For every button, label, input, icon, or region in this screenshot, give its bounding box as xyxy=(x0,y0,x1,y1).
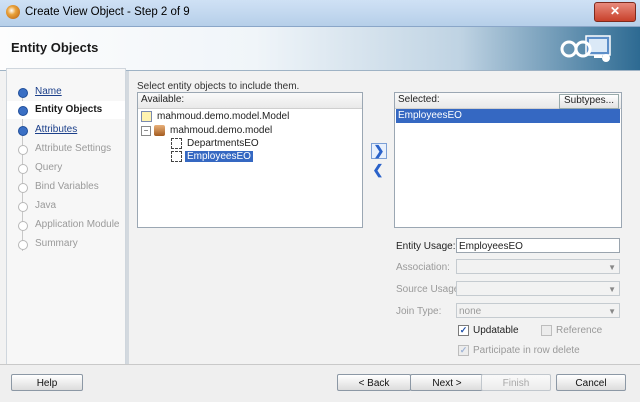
view-object-wizard-icon xyxy=(560,35,611,62)
step-label: Application Module xyxy=(35,219,120,230)
step-label: Java xyxy=(35,200,57,211)
checkbox-empty-icon xyxy=(541,325,552,336)
join-type-label: Join Type: xyxy=(396,306,442,317)
add-selected-button[interactable]: ❯ xyxy=(371,143,387,159)
selected-label: Selected: xyxy=(398,94,440,105)
tree-item-label: mahmoud.demo.model.Model xyxy=(157,111,290,122)
tree-item-label: DepartmentsEO xyxy=(187,138,259,149)
available-header: Available: xyxy=(138,93,362,109)
step-marker xyxy=(18,202,28,212)
tree-item-employeeseo[interactable]: EmployeesEO xyxy=(171,150,254,165)
splitter[interactable] xyxy=(126,71,129,364)
wizard-steps: Name Entity Objects Attributes Attribute… xyxy=(6,68,126,368)
association-label: Association: xyxy=(396,262,450,273)
updatable-label: Updatable xyxy=(473,325,519,336)
check-icon: ✓ xyxy=(458,345,469,356)
source-usage-label: Source Usage: xyxy=(396,284,463,295)
chevron-down-icon: ▼ xyxy=(608,307,616,316)
tree-item-model[interactable]: mahmoud.demo.model.Model xyxy=(141,111,291,125)
available-panel: Available: mahmoud.demo.model.Model − mah… xyxy=(137,92,363,228)
reference-label: Reference xyxy=(556,325,603,336)
step-marker xyxy=(18,164,28,174)
step-label: Summary xyxy=(35,238,78,249)
join-type-value: none xyxy=(459,306,482,317)
step-label: Query xyxy=(35,162,63,173)
step-label: Name xyxy=(35,86,62,97)
close-button[interactable]: ✕ xyxy=(594,2,636,22)
step-attribute-settings: Attribute Settings xyxy=(7,140,125,158)
source-usage-dropdown: ▼ xyxy=(456,281,620,296)
step-java: Java xyxy=(7,197,125,215)
next-button[interactable]: Next > xyxy=(410,374,484,391)
selected-list-item[interactable]: EmployeesEO xyxy=(396,109,620,123)
step-marker xyxy=(18,88,28,98)
page-title: Entity Objects xyxy=(11,40,99,55)
chevron-down-icon: ▼ xyxy=(608,285,616,294)
tree-item-label: EmployeesEO xyxy=(184,150,254,163)
finish-button: Finish xyxy=(481,374,551,391)
step-marker xyxy=(18,145,28,155)
chevron-down-icon: ▼ xyxy=(608,263,616,272)
step-application-module: Application Module xyxy=(7,216,125,234)
participate-checkbox: ✓ Participate in row delete xyxy=(458,345,580,356)
step-bind-variables: Bind Variables xyxy=(7,178,125,196)
association-dropdown: ▼ xyxy=(456,259,620,274)
check-icon: ✓ xyxy=(458,325,469,336)
step-label: Attribute Settings xyxy=(35,143,112,154)
join-type-dropdown: none ▼ xyxy=(456,303,620,318)
entity-object-icon xyxy=(171,151,182,162)
cancel-button[interactable]: Cancel xyxy=(556,374,626,391)
back-button[interactable]: < Back xyxy=(337,374,411,391)
window-titlebar: Create View Object - Step 2 of 9 ✕ xyxy=(0,0,640,27)
remove-selected-button[interactable]: ❮ xyxy=(371,163,385,177)
entity-usage-field[interactable]: EmployeesEO xyxy=(456,238,620,253)
app-icon xyxy=(6,5,20,19)
step-label: Entity Objects xyxy=(35,104,103,115)
step-entity-objects[interactable]: Entity Objects xyxy=(7,101,125,119)
step-marker xyxy=(18,240,28,250)
step-marker xyxy=(18,126,28,136)
updatable-checkbox[interactable]: ✓ Updatable xyxy=(458,325,519,336)
available-label: Available: xyxy=(141,94,185,105)
selected-panel: Selected: Subtypes... EmployeesEO xyxy=(394,92,622,228)
window-title: Create View Object - Step 2 of 9 xyxy=(25,6,190,18)
instruction-text: Select entity objects to include them. xyxy=(137,81,300,92)
subtypes-button[interactable]: Subtypes... xyxy=(558,94,619,109)
collapse-toggle-icon[interactable]: − xyxy=(141,125,151,136)
package-icon xyxy=(154,125,165,136)
step-label: Attributes xyxy=(35,124,78,135)
tree-item-package[interactable]: − mahmoud.demo.model xyxy=(141,125,274,139)
help-button[interactable]: Help xyxy=(11,374,83,391)
step-name[interactable]: Name xyxy=(7,83,125,101)
selected-header: Selected: Subtypes... xyxy=(395,93,621,109)
step-marker xyxy=(18,183,28,193)
step-query: Query xyxy=(7,159,125,177)
wizard-header: Entity Objects xyxy=(0,27,640,71)
model-icon xyxy=(141,111,152,122)
reference-checkbox: Reference xyxy=(541,325,602,336)
step-label: Bind Variables xyxy=(35,181,99,192)
step-attributes[interactable]: Attributes xyxy=(7,121,125,139)
tree-item-departmentseo[interactable]: DepartmentsEO xyxy=(171,138,261,152)
entity-usage-label: Entity Usage: xyxy=(396,241,456,252)
step-marker xyxy=(18,106,28,116)
tree-item-label: mahmoud.demo.model xyxy=(170,125,273,136)
step-marker xyxy=(18,221,28,231)
entity-object-icon xyxy=(171,138,182,149)
participate-label: Participate in row delete xyxy=(473,345,580,356)
step-summary: Summary xyxy=(7,235,125,253)
